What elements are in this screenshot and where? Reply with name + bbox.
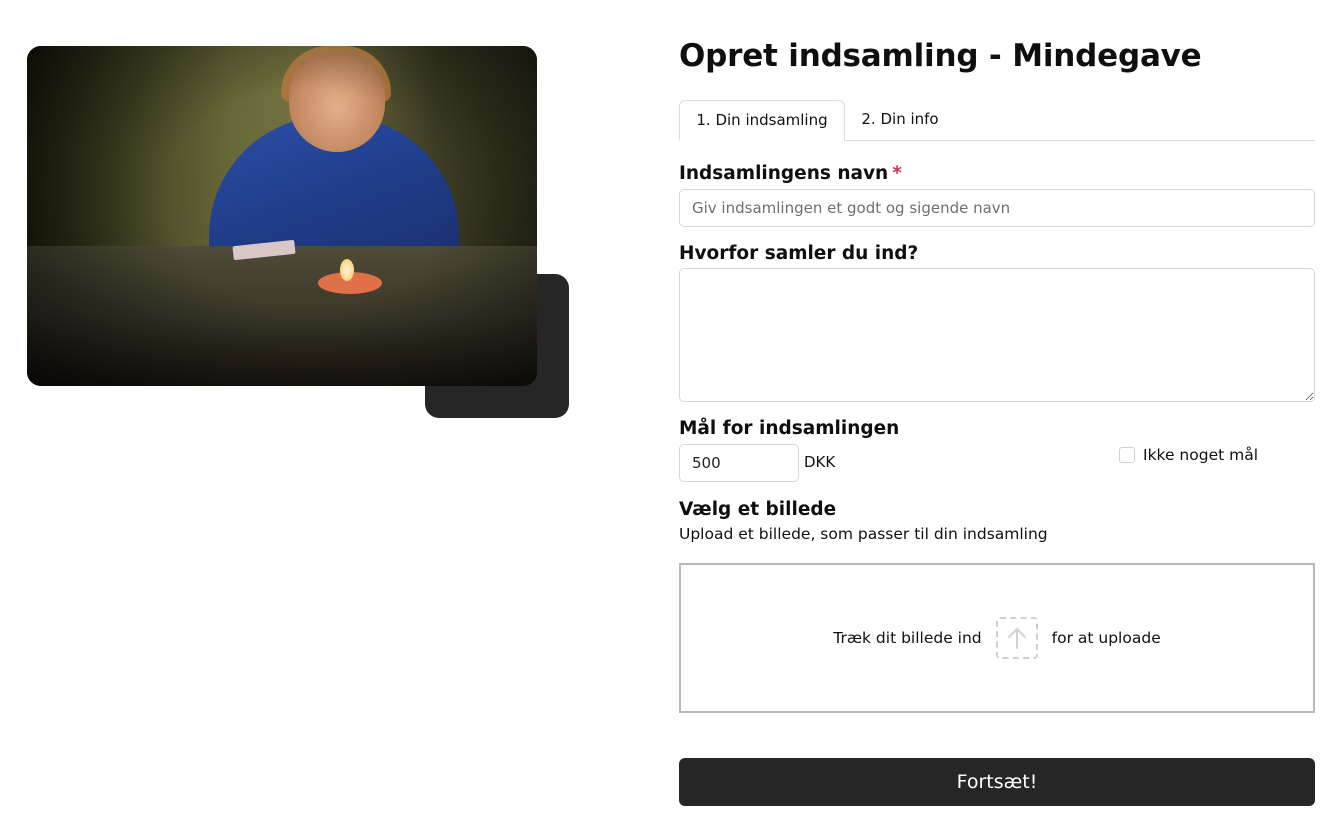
required-marker: * <box>892 163 902 184</box>
name-field-label: Indsamlingens navn * <box>679 163 902 184</box>
continue-button[interactable]: Fortsæt! <box>679 758 1315 806</box>
reason-textarea[interactable] <box>679 268 1315 402</box>
page-title: Opret indsamling - Mindegave <box>679 38 1202 74</box>
form-tabs: 1. Din indsamling 2. Din info <box>679 100 1315 141</box>
tab-din-indsamling[interactable]: 1. Din indsamling <box>679 100 845 141</box>
goal-amount-input[interactable] <box>679 444 799 482</box>
no-goal-option[interactable]: Ikke noget mål <box>1119 444 1258 466</box>
no-goal-label: Ikke noget mål <box>1143 446 1259 464</box>
no-goal-checkbox[interactable] <box>1119 447 1135 463</box>
dropzone-text-before: Træk dit billede ind <box>833 629 982 647</box>
page: Opret indsamling - Mindegave 1. Din inds… <box>0 0 1335 826</box>
name-label-text: Indsamlingens navn <box>679 163 889 184</box>
image-hint: Upload et billede, som passer til din in… <box>679 525 1048 543</box>
image-field-label: Vælg et billede <box>679 499 837 520</box>
hero-photo <box>27 46 537 386</box>
image-dropzone[interactable]: Træk dit billede ind for at uploade <box>679 563 1315 713</box>
currency-label: DKK <box>804 453 836 471</box>
dropzone-text-after: for at uploade <box>1051 629 1161 647</box>
fundraiser-name-input[interactable] <box>679 189 1315 227</box>
goal-field-label: Mål for indsamlingen <box>679 418 900 439</box>
tab-din-info[interactable]: 2. Din info <box>845 100 955 141</box>
upload-arrow-icon[interactable] <box>995 617 1038 659</box>
reason-field-label: Hvorfor samler du ind? <box>679 243 919 264</box>
